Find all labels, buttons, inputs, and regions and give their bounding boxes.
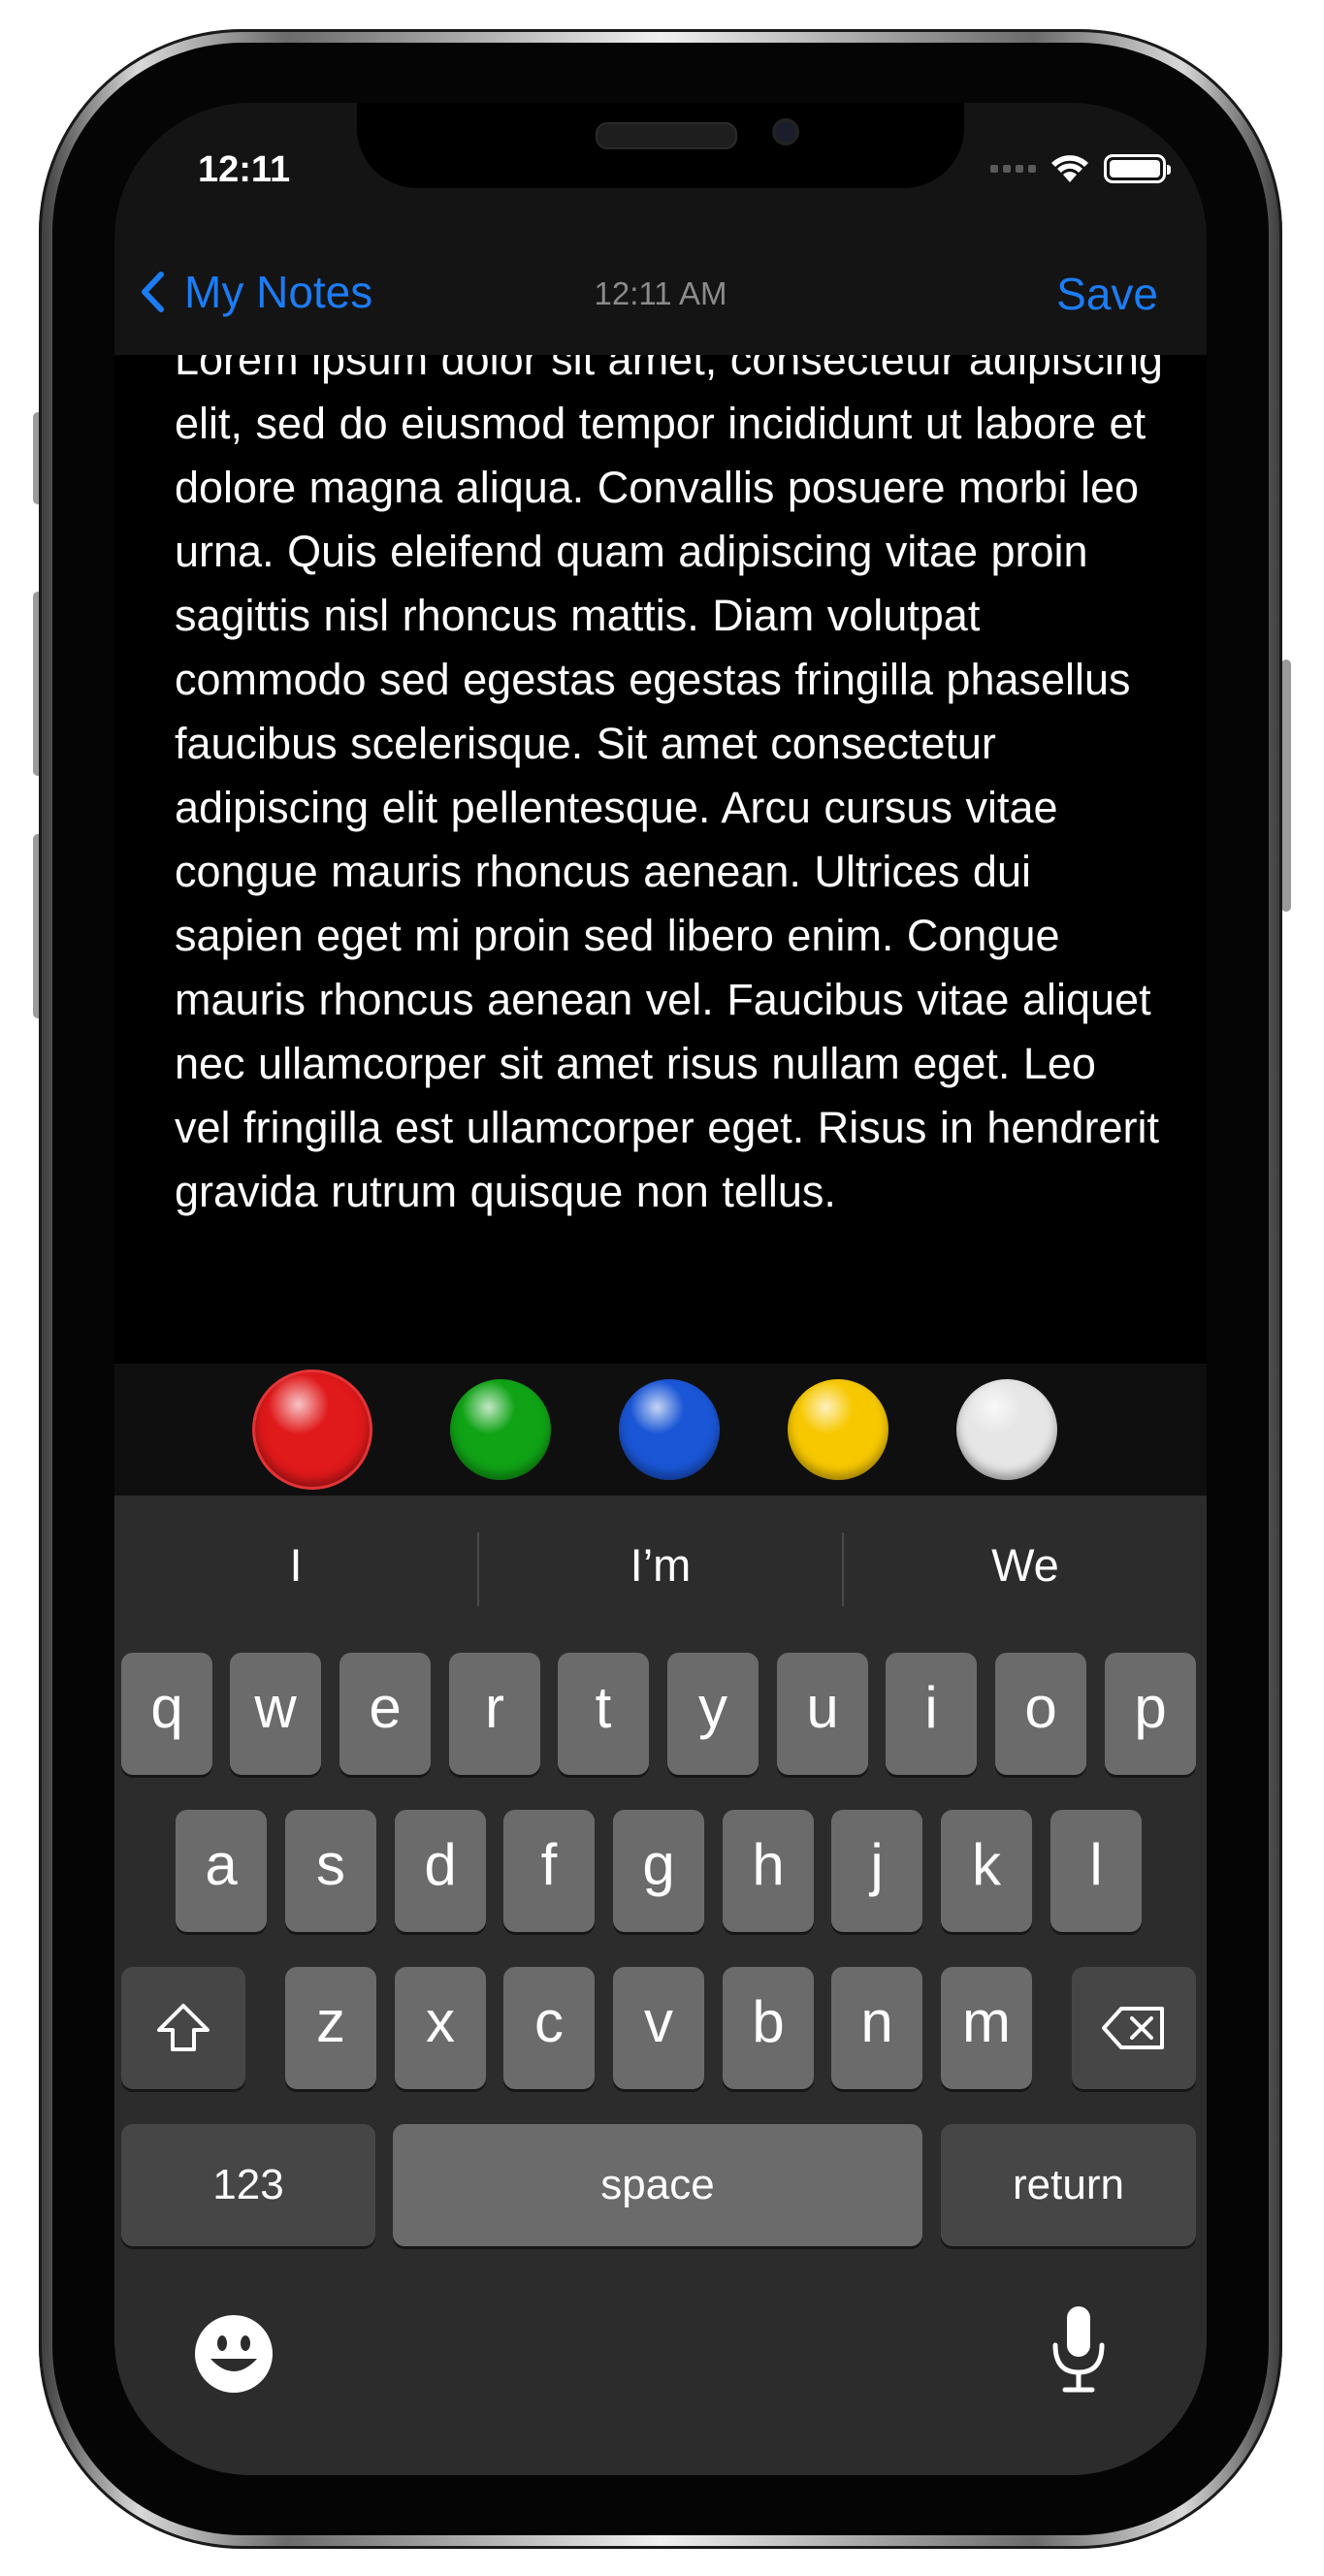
emoji-button[interactable]: [194, 2314, 274, 2394]
speaker: [596, 122, 737, 149]
predictive-text-bar: I I’m We: [114, 1496, 1207, 1649]
suggestion-3[interactable]: We: [844, 1538, 1207, 1592]
key-f[interactable]: f: [503, 1810, 595, 1932]
key-z[interactable]: z: [285, 1967, 376, 2089]
numbers-key[interactable]: 123: [121, 2124, 375, 2246]
key-r[interactable]: r: [449, 1653, 540, 1775]
color-swatch-white[interactable]: [956, 1379, 1057, 1480]
shift-icon: [157, 2004, 210, 2051]
status-icons: [990, 153, 1171, 184]
shift-key[interactable]: [121, 1967, 245, 2089]
key-w[interactable]: w: [230, 1653, 321, 1775]
color-swatch-green[interactable]: [450, 1379, 551, 1480]
key-l[interactable]: l: [1050, 1810, 1142, 1932]
space-key[interactable]: space: [393, 2124, 922, 2246]
notch: [357, 103, 964, 188]
suggestion-1[interactable]: I: [114, 1538, 477, 1592]
color-swatch-yellow[interactable]: [788, 1379, 888, 1480]
key-v[interactable]: v: [613, 1967, 704, 2089]
key-a[interactable]: a: [176, 1810, 267, 1932]
cellular-signal-icon: [990, 165, 1036, 173]
key-t[interactable]: t: [558, 1653, 649, 1775]
microphone-icon: [1052, 2306, 1105, 2393]
key-j[interactable]: j: [831, 1810, 922, 1932]
key-q[interactable]: q: [121, 1653, 212, 1775]
phone-bezel: 12:11 My Notes 12:11 AM Save Lorem ipsum…: [52, 43, 1269, 2535]
key-i[interactable]: i: [886, 1653, 977, 1775]
status-time: 12:11: [198, 149, 291, 190]
key-y[interactable]: y: [667, 1653, 759, 1775]
key-h[interactable]: h: [723, 1810, 814, 1932]
delete-key[interactable]: [1072, 1967, 1196, 2089]
dictation-button[interactable]: [1050, 2304, 1108, 2398]
key-x[interactable]: x: [395, 1967, 486, 2089]
key-k[interactable]: k: [941, 1810, 1032, 1932]
key-c[interactable]: c: [503, 1967, 595, 2089]
suggestion-2[interactable]: I’m: [479, 1538, 842, 1592]
key-b[interactable]: b: [723, 1967, 814, 2089]
save-button[interactable]: Save: [1056, 268, 1158, 320]
key-d[interactable]: d: [395, 1810, 486, 1932]
note-timestamp: 12:11 AM: [594, 275, 727, 311]
key-p[interactable]: p: [1105, 1653, 1196, 1775]
key-o[interactable]: o: [995, 1653, 1086, 1775]
key-n[interactable]: n: [831, 1967, 922, 2089]
color-picker-bar: [114, 1364, 1207, 1496]
color-swatch-red[interactable]: [252, 1369, 372, 1490]
note-body-text[interactable]: Lorem ipsum dolor sit amet, consectetur …: [175, 355, 1164, 1224]
key-s[interactable]: s: [285, 1810, 376, 1932]
battery-icon: [1104, 154, 1171, 183]
power-button: [1281, 660, 1291, 912]
status-bar: 12:11: [114, 103, 1207, 227]
screen: 12:11 My Notes 12:11 AM Save Lorem ipsum…: [114, 103, 1207, 2475]
wifi-icon: [1051, 155, 1088, 182]
emoji-icon: [195, 2315, 273, 2393]
key-e[interactable]: e: [339, 1653, 431, 1775]
key-m[interactable]: m: [941, 1967, 1032, 2089]
navigation-bar: My Notes 12:11 AM Save: [114, 227, 1207, 355]
phone-frame: 12:11 My Notes 12:11 AM Save Lorem ipsum…: [39, 29, 1282, 2549]
key-u[interactable]: u: [777, 1653, 868, 1775]
color-swatch-blue[interactable]: [619, 1379, 720, 1480]
backspace-icon: [1102, 2007, 1164, 2049]
keyboard: I I’m We q w e r t y u i o p a s d f g h…: [114, 1496, 1207, 2475]
note-editor[interactable]: Lorem ipsum dolor sit amet, consectetur …: [114, 355, 1207, 1364]
return-key[interactable]: return: [941, 2124, 1196, 2246]
camera: [772, 118, 799, 145]
key-g[interactable]: g: [613, 1810, 704, 1932]
